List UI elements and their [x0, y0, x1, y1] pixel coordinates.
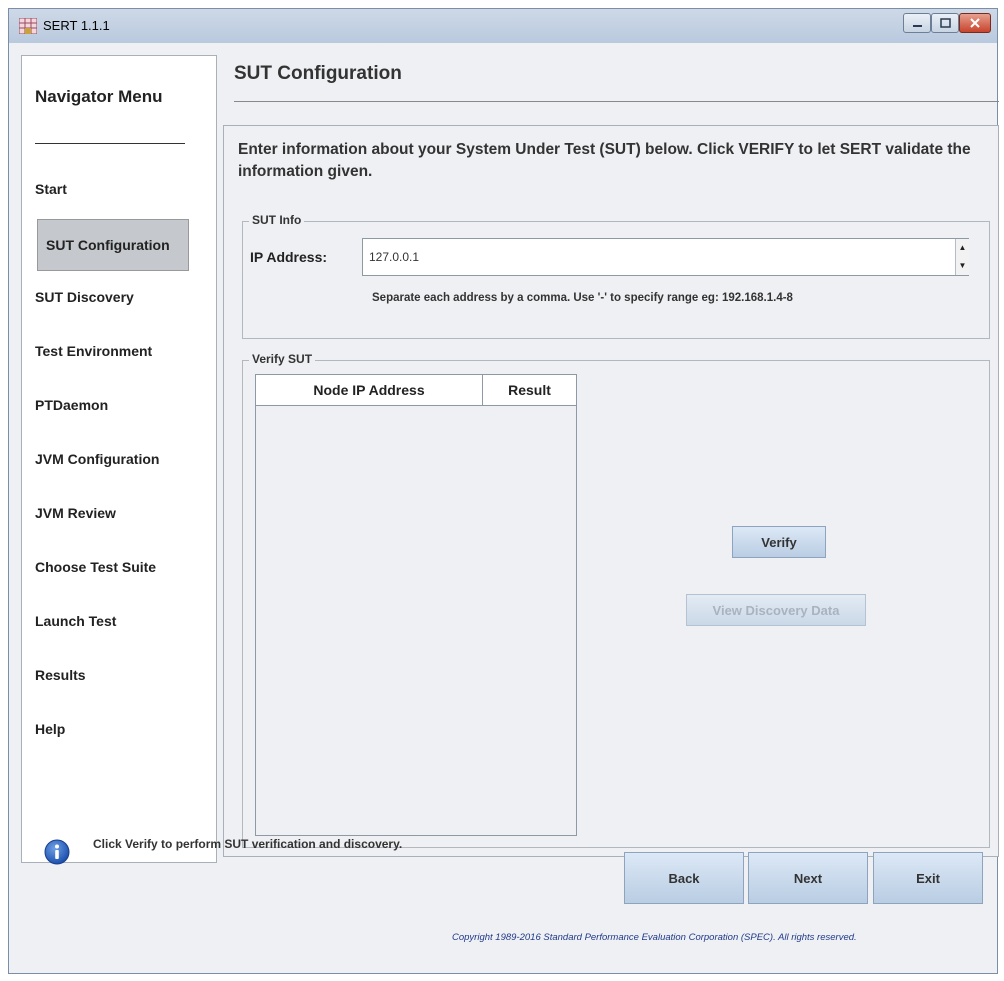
maximize-button[interactable] — [931, 13, 959, 33]
ip-address-input[interactable] — [362, 238, 969, 276]
ip-address-hint: Separate each address by a comma. Use '-… — [372, 292, 793, 304]
view-discovery-data-button[interactable]: View Discovery Data — [686, 594, 866, 626]
spinner-down-icon[interactable]: ▼ — [956, 257, 969, 275]
client-area: Navigator Menu Start SUT Configuration S… — [9, 43, 999, 973]
window-title: SERT 1.1.1 — [43, 18, 110, 33]
nav-item-sut-configuration[interactable]: SUT Configuration — [37, 219, 189, 271]
nav-item-ptdaemon[interactable]: PTDaemon — [35, 397, 108, 413]
copyright-text: Copyright 1989-2016 Standard Performance… — [452, 932, 857, 943]
intro-text: Enter information about your System Unde… — [238, 141, 971, 180]
navigator-divider — [35, 143, 185, 144]
exit-button[interactable]: Exit — [873, 852, 983, 904]
spinner-up-icon[interactable]: ▲ — [956, 239, 969, 257]
ip-address-label: IP Address: — [250, 249, 328, 265]
column-header-result[interactable]: Result — [483, 375, 576, 405]
ip-address-spinner[interactable]: ▲ ▼ — [955, 239, 969, 275]
nav-item-choose-test-suite[interactable]: Choose Test Suite — [35, 559, 156, 575]
back-button[interactable]: Back — [624, 852, 744, 904]
maximize-icon — [940, 18, 951, 28]
verify-results-table[interactable]: Node IP Address Result — [255, 374, 577, 836]
nav-item-jvm-configuration[interactable]: JVM Configuration — [35, 451, 159, 467]
table-header: Node IP Address Result — [256, 375, 576, 406]
nav-item-help[interactable]: Help — [35, 721, 65, 737]
navigator-title: Navigator Menu — [35, 87, 163, 106]
minimize-button[interactable] — [903, 13, 931, 33]
app-grid-icon — [19, 18, 37, 34]
nav-item-results[interactable]: Results — [35, 667, 86, 683]
application-window: SERT 1.1.1 Navigator Menu Start SUT Conf… — [8, 8, 999, 974]
next-button[interactable]: Next — [748, 852, 868, 904]
nav-item-test-environment[interactable]: Test Environment — [35, 343, 152, 359]
title-divider — [234, 101, 999, 102]
column-header-node-ip[interactable]: Node IP Address — [256, 375, 483, 405]
info-icon — [44, 839, 70, 865]
verify-sut-label: Verify SUT — [249, 352, 316, 366]
status-message: Click Verify to perform SUT verification… — [93, 837, 403, 851]
minimize-icon — [913, 25, 922, 27]
nav-item-jvm-review[interactable]: JVM Review — [35, 505, 116, 521]
sut-info-label: SUT Info — [249, 213, 305, 227]
nav-item-sut-discovery[interactable]: SUT Discovery — [35, 289, 134, 305]
title-bar[interactable]: SERT 1.1.1 — [9, 9, 997, 44]
verify-button[interactable]: Verify — [732, 526, 826, 558]
close-button[interactable] — [959, 13, 991, 33]
page-title: SUT Configuration — [234, 63, 402, 84]
nav-item-launch-test[interactable]: Launch Test — [35, 613, 116, 629]
nav-item-start[interactable]: Start — [35, 181, 67, 197]
close-icon — [970, 18, 980, 28]
